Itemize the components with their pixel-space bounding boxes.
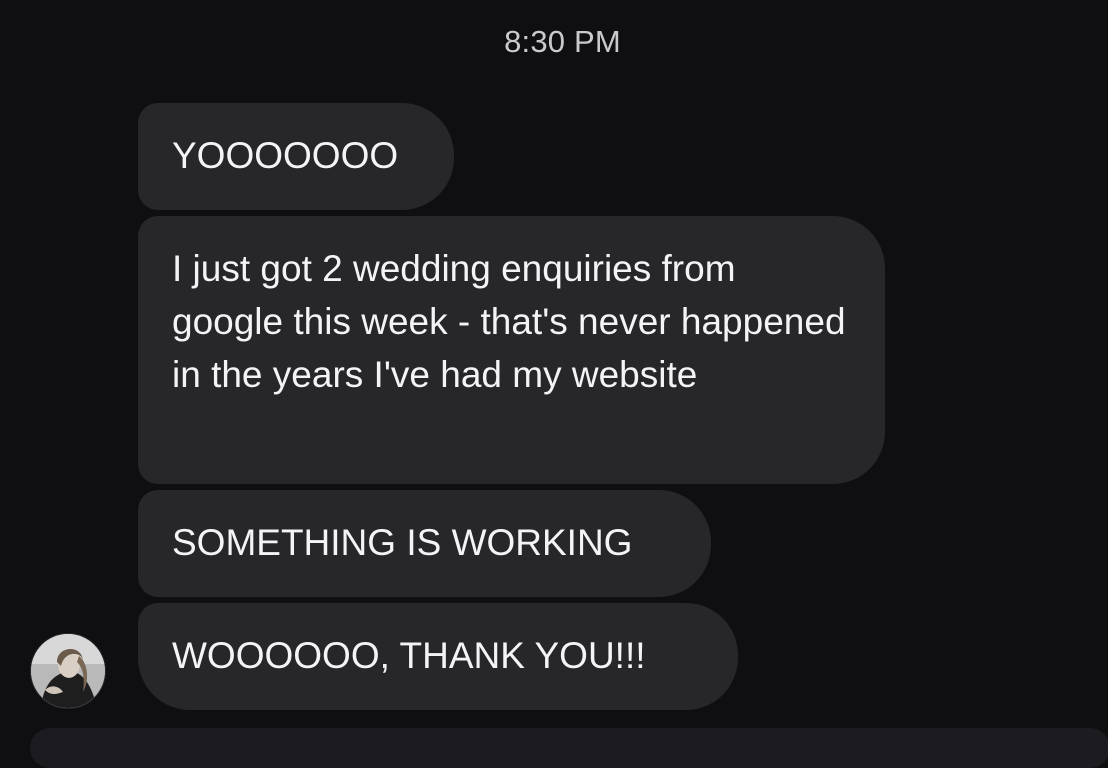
user-avatar-photo-icon — [31, 634, 105, 708]
message-thread: YOOOOOOO I just got 2 wedding enquiries … — [138, 103, 898, 710]
message-bubble[interactable]: WOOOOOO, THANK YOU!!! — [138, 603, 738, 710]
message-bubble[interactable]: I just got 2 wedding enquiries from goog… — [138, 216, 885, 484]
message-bubble[interactable]: YOOOOOOO — [138, 103, 454, 210]
sender-avatar-icon[interactable] — [31, 634, 105, 708]
message-bubble[interactable]: SOMETHING IS WORKING — [138, 490, 711, 597]
message-composer[interactable] — [30, 728, 1108, 768]
message-timestamp: 8:30 PM — [504, 24, 621, 59]
